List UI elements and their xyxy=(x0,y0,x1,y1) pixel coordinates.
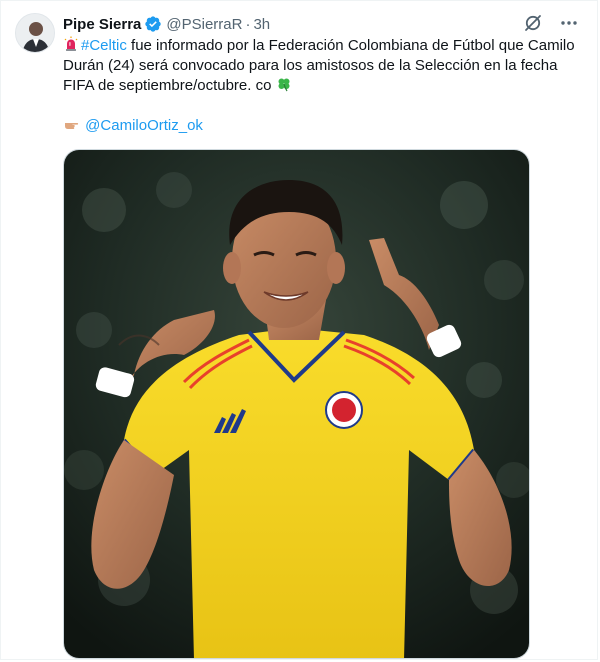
tweet-card[interactable]: Pipe Sierra @PSierraR · 3h #Celtic fue i… xyxy=(0,0,598,660)
four-leaf-clover-icon xyxy=(276,76,292,92)
tweet-media-photo[interactable] xyxy=(63,149,530,659)
hashtag-link[interactable]: #Celtic xyxy=(81,37,127,54)
verified-badge-icon[interactable] xyxy=(144,15,162,33)
grok-icon[interactable] xyxy=(523,13,543,33)
author-handle[interactable]: @PSierraR xyxy=(166,16,242,33)
tweet-text: #Celtic fue informado por la Federación … xyxy=(63,36,583,96)
tweet-body-text: fue informado por la Federación Colombia… xyxy=(63,37,575,94)
mention-link[interactable]: @CamiloOrtiz_ok xyxy=(85,117,203,134)
pointing-hand-icon xyxy=(63,116,79,132)
siren-icon xyxy=(63,36,79,52)
display-name[interactable]: Pipe Sierra xyxy=(63,16,141,33)
avatar[interactable] xyxy=(15,13,55,53)
mention-line: @CamiloOrtiz_ok xyxy=(63,116,203,136)
separator-dot: · xyxy=(245,15,251,33)
header-actions xyxy=(523,13,579,33)
more-options-icon[interactable] xyxy=(559,13,579,33)
tweet-header: Pipe Sierra @PSierraR · 3h xyxy=(63,14,270,34)
timestamp[interactable]: 3h xyxy=(253,16,270,33)
